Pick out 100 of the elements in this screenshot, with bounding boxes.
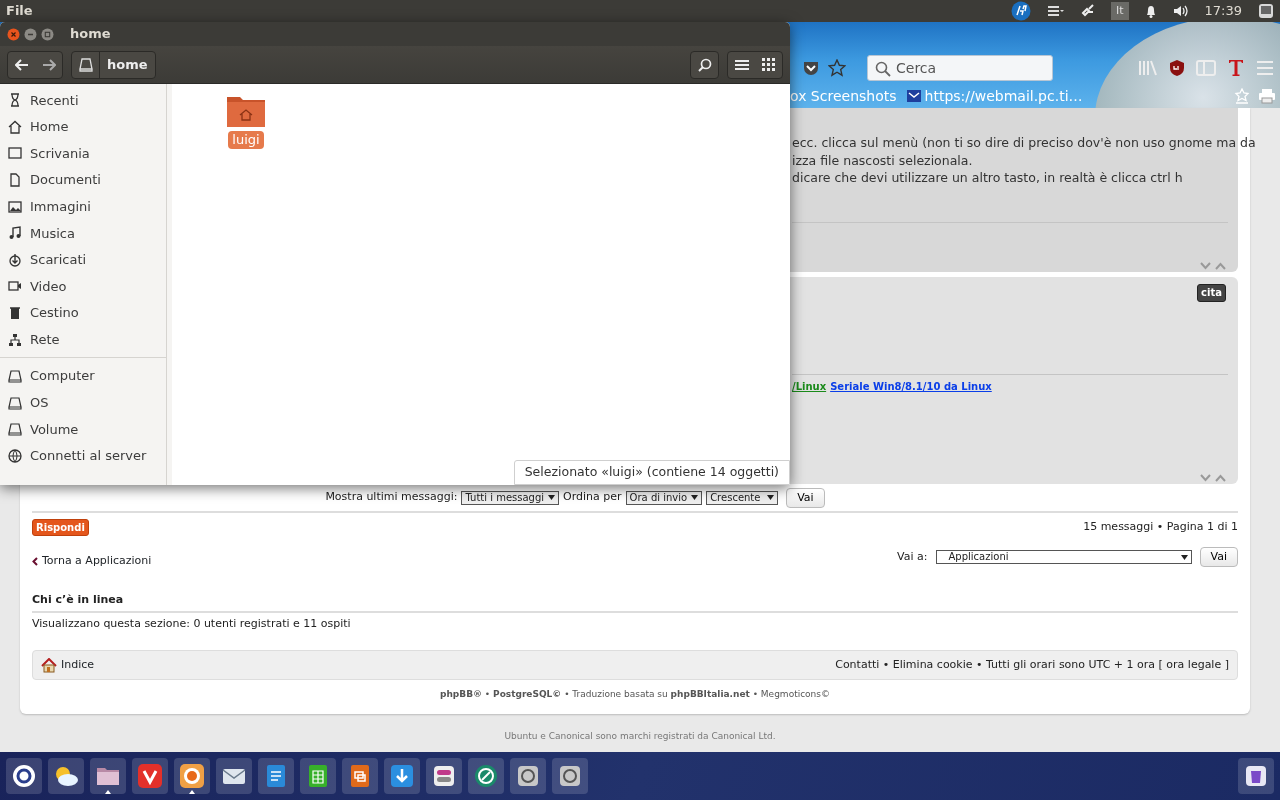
menu-item[interactable]: File bbox=[6, 1, 33, 21]
close-icon[interactable] bbox=[7, 27, 20, 41]
dropdown[interactable]: Tutti i messaggi bbox=[461, 490, 560, 505]
sidebar-item[interactable]: Rete bbox=[0, 326, 166, 353]
trademark-text: Ubuntu e Canonical sono marchi registrati da Canonical Ltd. bbox=[503, 730, 777, 743]
search-icon bbox=[697, 57, 712, 72]
dropdown-arrow-icon bbox=[767, 495, 775, 500]
search-icon bbox=[875, 61, 891, 77]
dock-item[interactable] bbox=[510, 758, 546, 794]
keyboard-indicator[interactable]: It bbox=[1110, 1, 1129, 21]
go-button[interactable]: Vai bbox=[786, 487, 825, 508]
sidebar-item[interactable]: Computer bbox=[0, 362, 166, 390]
desktop-icon bbox=[8, 146, 22, 161]
sidebar-item[interactable]: Video bbox=[0, 273, 166, 300]
window-title: home bbox=[70, 25, 111, 44]
dock-item[interactable] bbox=[132, 758, 168, 794]
jump-dropdown[interactable]: Applicazioni bbox=[935, 550, 1192, 564]
dock-item[interactable] bbox=[174, 758, 210, 794]
letter-t-icon[interactable] bbox=[1227, 58, 1245, 78]
sidebar-item[interactable]: Scrivania bbox=[0, 140, 166, 167]
dropdown[interactable]: Crescente bbox=[706, 490, 779, 505]
go-button[interactable]: Vai bbox=[1199, 547, 1238, 567]
sort-label: Ordina per bbox=[563, 489, 622, 506]
grid-icon bbox=[762, 58, 775, 71]
dropdown-arrow-icon bbox=[1180, 554, 1188, 560]
mail-icon bbox=[906, 90, 921, 102]
dock-item[interactable] bbox=[48, 758, 84, 794]
pagination-text: 15 messaggi • Pagina 1 di 1 bbox=[1083, 518, 1238, 535]
dock-item[interactable] bbox=[216, 758, 252, 794]
launcher-icon bbox=[10, 762, 38, 790]
arrow-right-icon bbox=[41, 58, 56, 71]
dock-item[interactable] bbox=[468, 758, 504, 794]
music-note-icon bbox=[8, 226, 22, 241]
shield-icon[interactable] bbox=[1169, 59, 1185, 77]
sidebar-item[interactable]: Home bbox=[0, 113, 166, 141]
dock-item[interactable] bbox=[384, 758, 420, 794]
drive-icon bbox=[78, 57, 93, 72]
post-text: ecc. clicca sul menù (non ti so dire di preciso dov'è non uso gnome ma da izza file nascosti selezionala. dicare che devi utilizzare un altro tasto, in realtà è clicca ctrl h bbox=[792, 134, 1256, 188]
quote-button[interactable]: cita bbox=[1197, 284, 1226, 302]
dropdown-arrow-icon bbox=[548, 495, 556, 500]
house-icon bbox=[41, 657, 57, 673]
v-logo-icon bbox=[136, 762, 164, 790]
globe-icon bbox=[8, 449, 22, 463]
back-link[interactable]: Torna a Applicazioni bbox=[32, 553, 152, 570]
dropdown[interactable]: Ora di invio bbox=[625, 490, 703, 505]
download-icon bbox=[388, 762, 416, 790]
running-indicator bbox=[189, 790, 195, 794]
signature-link[interactable]: /Linux bbox=[792, 381, 827, 392]
document-icon bbox=[8, 173, 22, 188]
dock-item[interactable] bbox=[300, 758, 336, 794]
sidebar-item[interactable]: Immagini bbox=[0, 193, 166, 220]
drive-icon bbox=[8, 369, 22, 384]
bookmark-star-icon[interactable] bbox=[828, 59, 846, 77]
sidebar-item[interactable]: Scaricati bbox=[0, 246, 166, 274]
dock-item[interactable] bbox=[426, 758, 462, 794]
video-camera-icon bbox=[8, 279, 22, 294]
signature-link[interactable]: Seriale Win8/8.1/10 da Linux bbox=[830, 381, 992, 392]
dock-item[interactable] bbox=[90, 758, 126, 794]
dock-item[interactable] bbox=[552, 758, 588, 794]
footer-links: Contatti • Elimina cookie • Tutti gli orari sono UTC + 1 ora [ ora legale ] bbox=[835, 656, 1229, 673]
home-folder-icon[interactable] bbox=[226, 94, 266, 128]
status-text: Selezionato «luigi» (contiene 14 oggetti) bbox=[513, 460, 790, 485]
bookmark-star-icon[interactable] bbox=[1234, 88, 1250, 104]
index-link[interactable]: Indice bbox=[41, 656, 95, 674]
section-title: Chi c’è in linea bbox=[32, 592, 125, 608]
dock-item[interactable] bbox=[258, 758, 294, 794]
sidebar-item[interactable]: Cestino bbox=[0, 299, 166, 327]
sidebar-item[interactable]: Volume bbox=[0, 416, 166, 443]
search-field[interactable]: Cerca bbox=[867, 55, 1053, 81]
drive-icon bbox=[8, 395, 22, 410]
list-icon bbox=[734, 58, 749, 71]
volume-icon[interactable] bbox=[1172, 4, 1189, 18]
online-text: Visualizzano questa sezione: 0 utenti registrati e 11 ospiti bbox=[32, 615, 352, 632]
clock: 17:39 bbox=[1204, 2, 1242, 21]
jump-label: Vai a: bbox=[897, 548, 928, 565]
arrow-left-icon bbox=[14, 58, 29, 71]
dock-item[interactable] bbox=[342, 758, 378, 794]
sidebar-item[interactable]: Musica bbox=[0, 219, 166, 247]
bell-icon[interactable] bbox=[1144, 4, 1157, 18]
download-icon bbox=[8, 252, 22, 267]
dock-item[interactable] bbox=[6, 758, 42, 794]
home-icon bbox=[8, 119, 22, 134]
minimize-icon[interactable] bbox=[24, 27, 37, 41]
credits-text: phpBB® • PostgreSQL© • Traduzione basata su phpBBItalia.net • Megmoticons© bbox=[439, 688, 831, 701]
sidebar-item[interactable]: Documenti bbox=[0, 166, 166, 194]
running-indicator bbox=[105, 790, 111, 794]
image-icon bbox=[8, 199, 22, 214]
system-icon[interactable] bbox=[1258, 3, 1274, 19]
sidebar-item[interactable]: Recenti bbox=[0, 87, 166, 114]
options-label: Mostra ultimi messaggi: bbox=[325, 489, 458, 506]
chevron-left-icon bbox=[32, 556, 38, 566]
sidebar-item[interactable]: OS bbox=[0, 389, 166, 417]
reply-button[interactable]: Rispondi bbox=[32, 518, 89, 536]
hourglass-icon bbox=[8, 93, 22, 108]
maximize-icon[interactable] bbox=[41, 27, 54, 41]
trash-icon bbox=[8, 306, 22, 321]
sidebar-item[interactable]: Connetti al server bbox=[0, 442, 166, 470]
drive-icon bbox=[8, 422, 22, 437]
pocket-icon[interactable] bbox=[802, 59, 820, 77]
menu-icon[interactable] bbox=[1046, 4, 1065, 18]
